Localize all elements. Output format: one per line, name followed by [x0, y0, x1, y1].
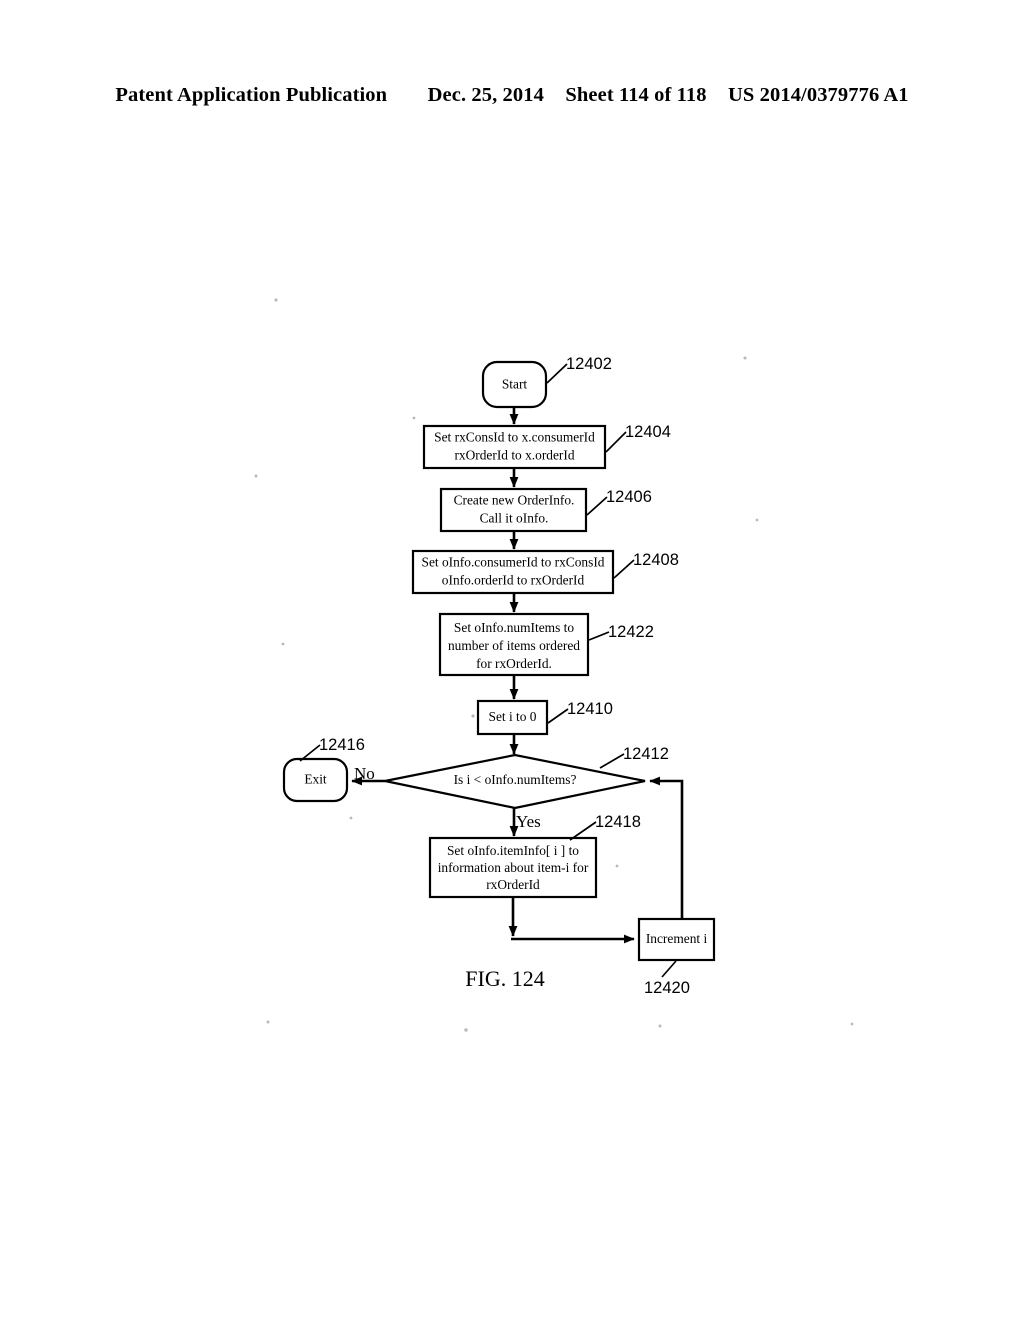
ref-label-12416: 12416: [319, 736, 365, 754]
ref-12416: 12416: [299, 736, 365, 762]
branch-label-yes: Yes: [516, 812, 541, 831]
patent-page: Patent Application Publication Dec. 25, …: [0, 0, 1024, 1320]
ref-12408: 12408: [613, 551, 679, 579]
connector-increment-loopback-to-12412: [649, 776, 684, 919]
ref-label-12410: 12410: [567, 700, 613, 718]
flowchart-figure: Start 12402 Set rxConsId to x.consumerId…: [254, 298, 854, 1032]
node-set-i-zero[interactable]: Set i to 0: [476, 699, 549, 736]
node-set-numitems[interactable]: Set oInfo.numItems to number of items or…: [438, 612, 590, 677]
ref-12420: 12420: [644, 960, 690, 997]
branch-label-no: No: [354, 764, 375, 783]
set-iteminfo-line-2: information about item-i for: [438, 860, 589, 875]
ref-label-12402: 12402: [566, 355, 612, 373]
ref-label-12412: 12412: [623, 745, 669, 763]
ref-label-12408: 12408: [633, 551, 679, 569]
set-rx-ids-line-2: rxOrderId to x.orderId: [454, 448, 574, 463]
node-set-iteminfo[interactable]: Set oInfo.itemInfo[ i ] to information a…: [428, 836, 598, 899]
node-create-orderinfo[interactable]: Create new OrderInfo. Call it oInfo.: [439, 487, 588, 533]
ref-label-12406: 12406: [606, 488, 652, 506]
ref-12412: 12412: [599, 745, 669, 769]
set-i-zero-label: Set i to 0: [489, 709, 537, 724]
ref-12406: 12406: [586, 488, 652, 516]
ref-label-12422: 12422: [608, 623, 654, 641]
set-numitems-line-1: Set oInfo.numItems to: [454, 620, 574, 635]
figure-caption: FIG. 124: [465, 966, 544, 991]
node-set-oinfo-ids[interactable]: Set oInfo.consumerId to rxConsId oInfo.o…: [411, 549, 615, 595]
ref-label-12404: 12404: [625, 423, 671, 441]
node-decision-loop[interactable]: Is i < oInfo.numItems?: [384, 753, 646, 810]
ref-label-12418: 12418: [595, 813, 641, 831]
ref-12422: 12422: [588, 623, 654, 641]
set-numitems-line-3: for rxOrderId.: [476, 656, 552, 671]
ref-12418: 12418: [569, 813, 641, 841]
decision-loop-label: Is i < oInfo.numItems?: [454, 772, 577, 787]
ref-label-12420: 12420: [644, 979, 690, 997]
create-orderinfo-line-2: Call it oInfo.: [480, 511, 549, 526]
increment-i-label: Increment i: [646, 931, 708, 946]
start-label: Start: [502, 377, 528, 392]
set-numitems-line-2: number of items ordered: [448, 638, 580, 653]
node-exit[interactable]: Exit: [282, 757, 349, 803]
ref-12402: 12402: [546, 355, 612, 384]
node-increment-i[interactable]: Increment i: [637, 917, 716, 962]
set-iteminfo-line-3: rxOrderId: [486, 877, 540, 892]
node-set-rx-ids[interactable]: Set rxConsId to x.consumerId rxOrderId t…: [422, 424, 607, 470]
set-oinfo-ids-line-1: Set oInfo.consumerId to rxConsId: [422, 555, 605, 570]
node-start[interactable]: Start: [481, 360, 548, 409]
exit-label: Exit: [304, 772, 327, 787]
set-oinfo-ids-line-2: oInfo.orderId to rxOrderId: [442, 573, 585, 588]
ref-12404: 12404: [605, 423, 671, 453]
set-rx-ids-line-1: Set rxConsId to x.consumerId: [434, 430, 595, 445]
ref-12410: 12410: [547, 700, 613, 724]
create-orderinfo-line-1: Create new OrderInfo.: [454, 493, 575, 508]
set-iteminfo-line-1: Set oInfo.itemInfo[ i ] to: [447, 843, 579, 858]
